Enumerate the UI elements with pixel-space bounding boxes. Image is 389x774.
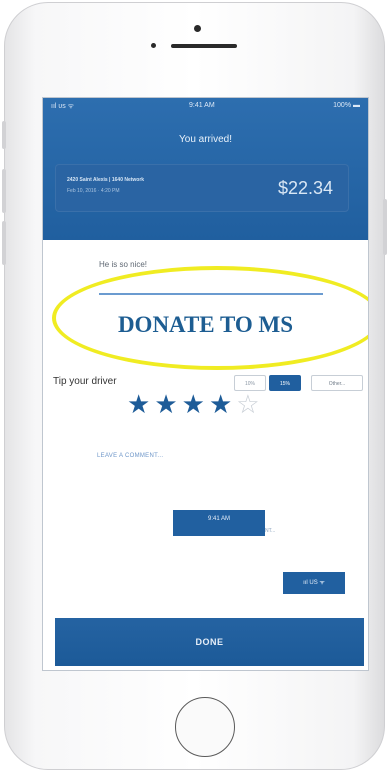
status-time: 9:41 AM bbox=[189, 102, 215, 109]
signal-overlay: ııl US ᯤ bbox=[283, 572, 345, 594]
filled-star-icon[interactable]: ★ bbox=[209, 391, 232, 417]
tip-label: Tip your driver bbox=[53, 376, 117, 387]
arrival-title: You arrived! bbox=[179, 134, 232, 145]
side-button bbox=[2, 221, 6, 265]
tip-option-15[interactable]: 15% bbox=[269, 375, 301, 391]
fare-card: 2420 Saint Alexis | 1640 Network Feb 10,… bbox=[55, 164, 349, 212]
leave-comment-link[interactable]: LEAVE A COMMENT... bbox=[97, 453, 163, 459]
trip-date: Feb 10, 2016 · 4:20 PM bbox=[67, 188, 120, 194]
trip-header: ııl ᴜs ᯤ 9:41 AM 100% ▬ You arrived! 242… bbox=[43, 98, 368, 240]
rating-stars[interactable]: ★ ★ ★ ★ ☆ bbox=[127, 391, 260, 417]
filled-star-icon[interactable]: ★ bbox=[127, 391, 150, 417]
app-screen: ııl ᴜs ᯤ 9:41 AM 100% ▬ You arrived! 242… bbox=[42, 97, 369, 671]
comment-preview: He is so nice! bbox=[99, 260, 148, 269]
done-button[interactable]: DONE bbox=[55, 618, 364, 666]
comment-tail-text: NT... bbox=[265, 528, 276, 534]
side-button bbox=[383, 199, 387, 255]
time-overlay: 9:41 AM bbox=[173, 510, 265, 536]
trip-route: 2420 Saint Alexis | 1640 Network bbox=[67, 177, 145, 183]
sensor-dot bbox=[151, 43, 156, 48]
side-button bbox=[2, 121, 6, 149]
empty-star-icon[interactable]: ☆ bbox=[236, 391, 259, 417]
battery-indicator: 100% ▬ bbox=[333, 102, 360, 109]
tip-option-other[interactable]: Other... bbox=[311, 375, 363, 391]
donate-button[interactable]: DONATE TO MS bbox=[43, 312, 368, 338]
fare-amount: $22.34 bbox=[277, 178, 333, 198]
filled-star-icon[interactable]: ★ bbox=[182, 391, 205, 417]
side-button bbox=[2, 169, 6, 213]
earpiece-speaker bbox=[171, 44, 237, 48]
filled-star-icon[interactable]: ★ bbox=[154, 391, 177, 417]
carrier-signal: ııl ᴜs ᯤ bbox=[51, 103, 75, 110]
home-button[interactable] bbox=[175, 697, 235, 757]
camera-dot bbox=[194, 25, 201, 32]
